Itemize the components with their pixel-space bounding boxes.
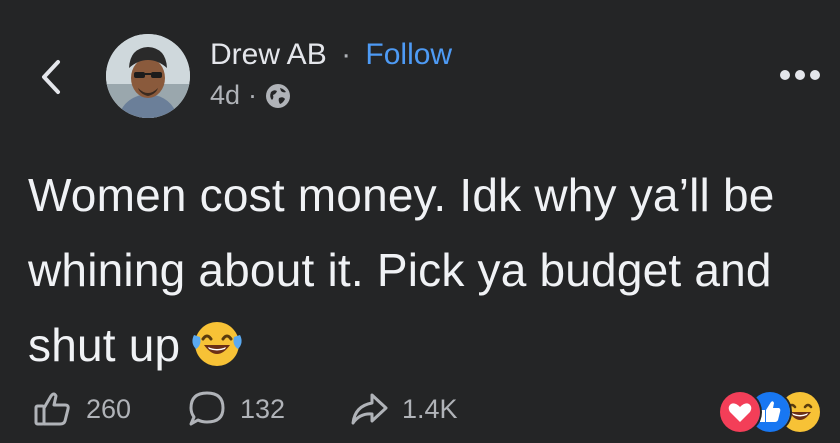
thumbs-up-icon	[34, 392, 70, 426]
ellipsis-icon	[780, 70, 820, 80]
like-count: 260	[86, 393, 132, 424]
share-count: 1.4K	[402, 393, 458, 424]
love-reaction-icon	[718, 390, 762, 434]
chevron-left-icon	[42, 60, 60, 94]
follow-button[interactable]: Follow	[365, 38, 452, 71]
name-separator: ·	[341, 38, 352, 71]
comment-bubble-icon	[189, 391, 225, 426]
laughing-tears-emoji	[188, 313, 246, 371]
author-row: Drew AB · Follow	[210, 38, 452, 72]
share-button[interactable]: 1.4K	[348, 388, 458, 430]
meta-separator: ·	[248, 80, 258, 110]
post-text: Women cost money. Idk why ya’ll be whini…	[28, 169, 775, 371]
reaction-summary[interactable]	[718, 390, 828, 434]
more-options-button[interactable]	[776, 60, 824, 90]
post-timestamp[interactable]: 4d	[210, 80, 240, 111]
comment-count: 132	[240, 393, 286, 424]
share-arrow-icon	[351, 393, 388, 425]
back-button[interactable]	[30, 50, 74, 104]
post-meta: 4d ·	[210, 80, 291, 111]
profile-photo	[106, 34, 190, 118]
comment-button[interactable]: 132	[186, 388, 285, 430]
like-button[interactable]: 260	[32, 388, 131, 430]
avatar[interactable]	[106, 34, 190, 118]
post-body: Women cost money. Idk why ya’ll be whini…	[28, 158, 818, 383]
author-name[interactable]: Drew AB	[210, 38, 327, 71]
globe-icon[interactable]	[265, 83, 291, 109]
